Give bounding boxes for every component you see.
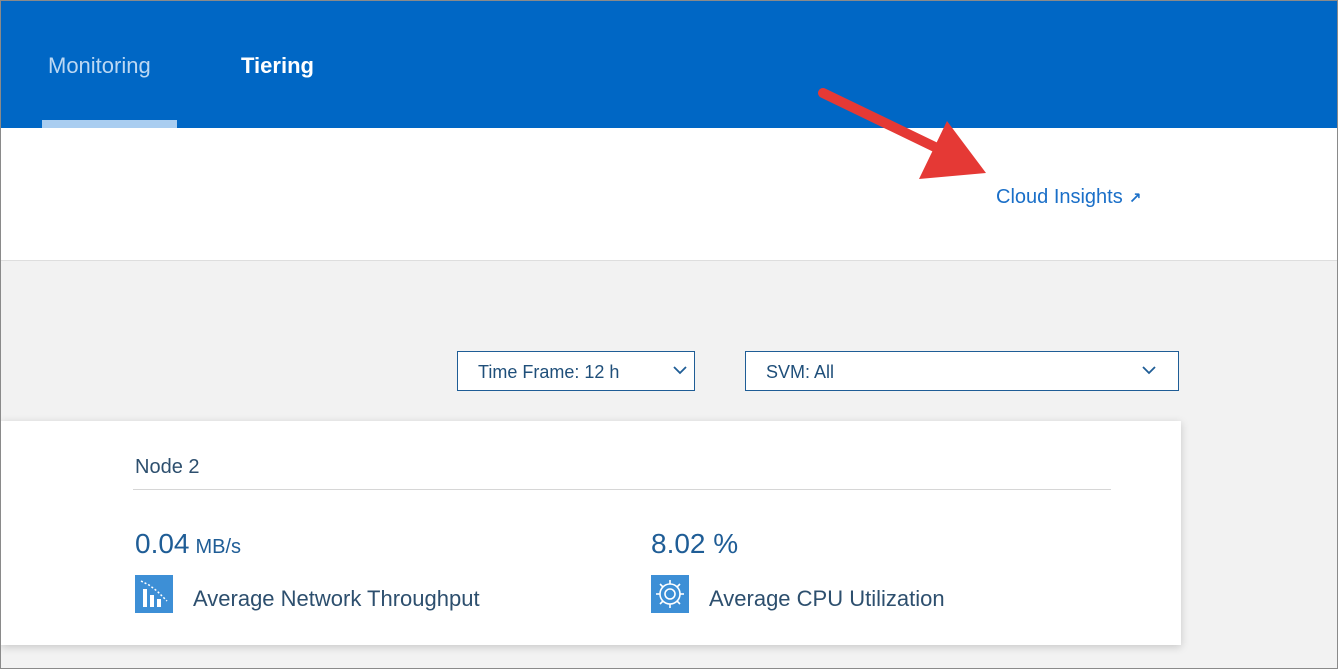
app-window: Monitoring Tiering Cloud Insights ↗ Time … xyxy=(0,0,1338,669)
annotation-arrow xyxy=(818,88,986,179)
